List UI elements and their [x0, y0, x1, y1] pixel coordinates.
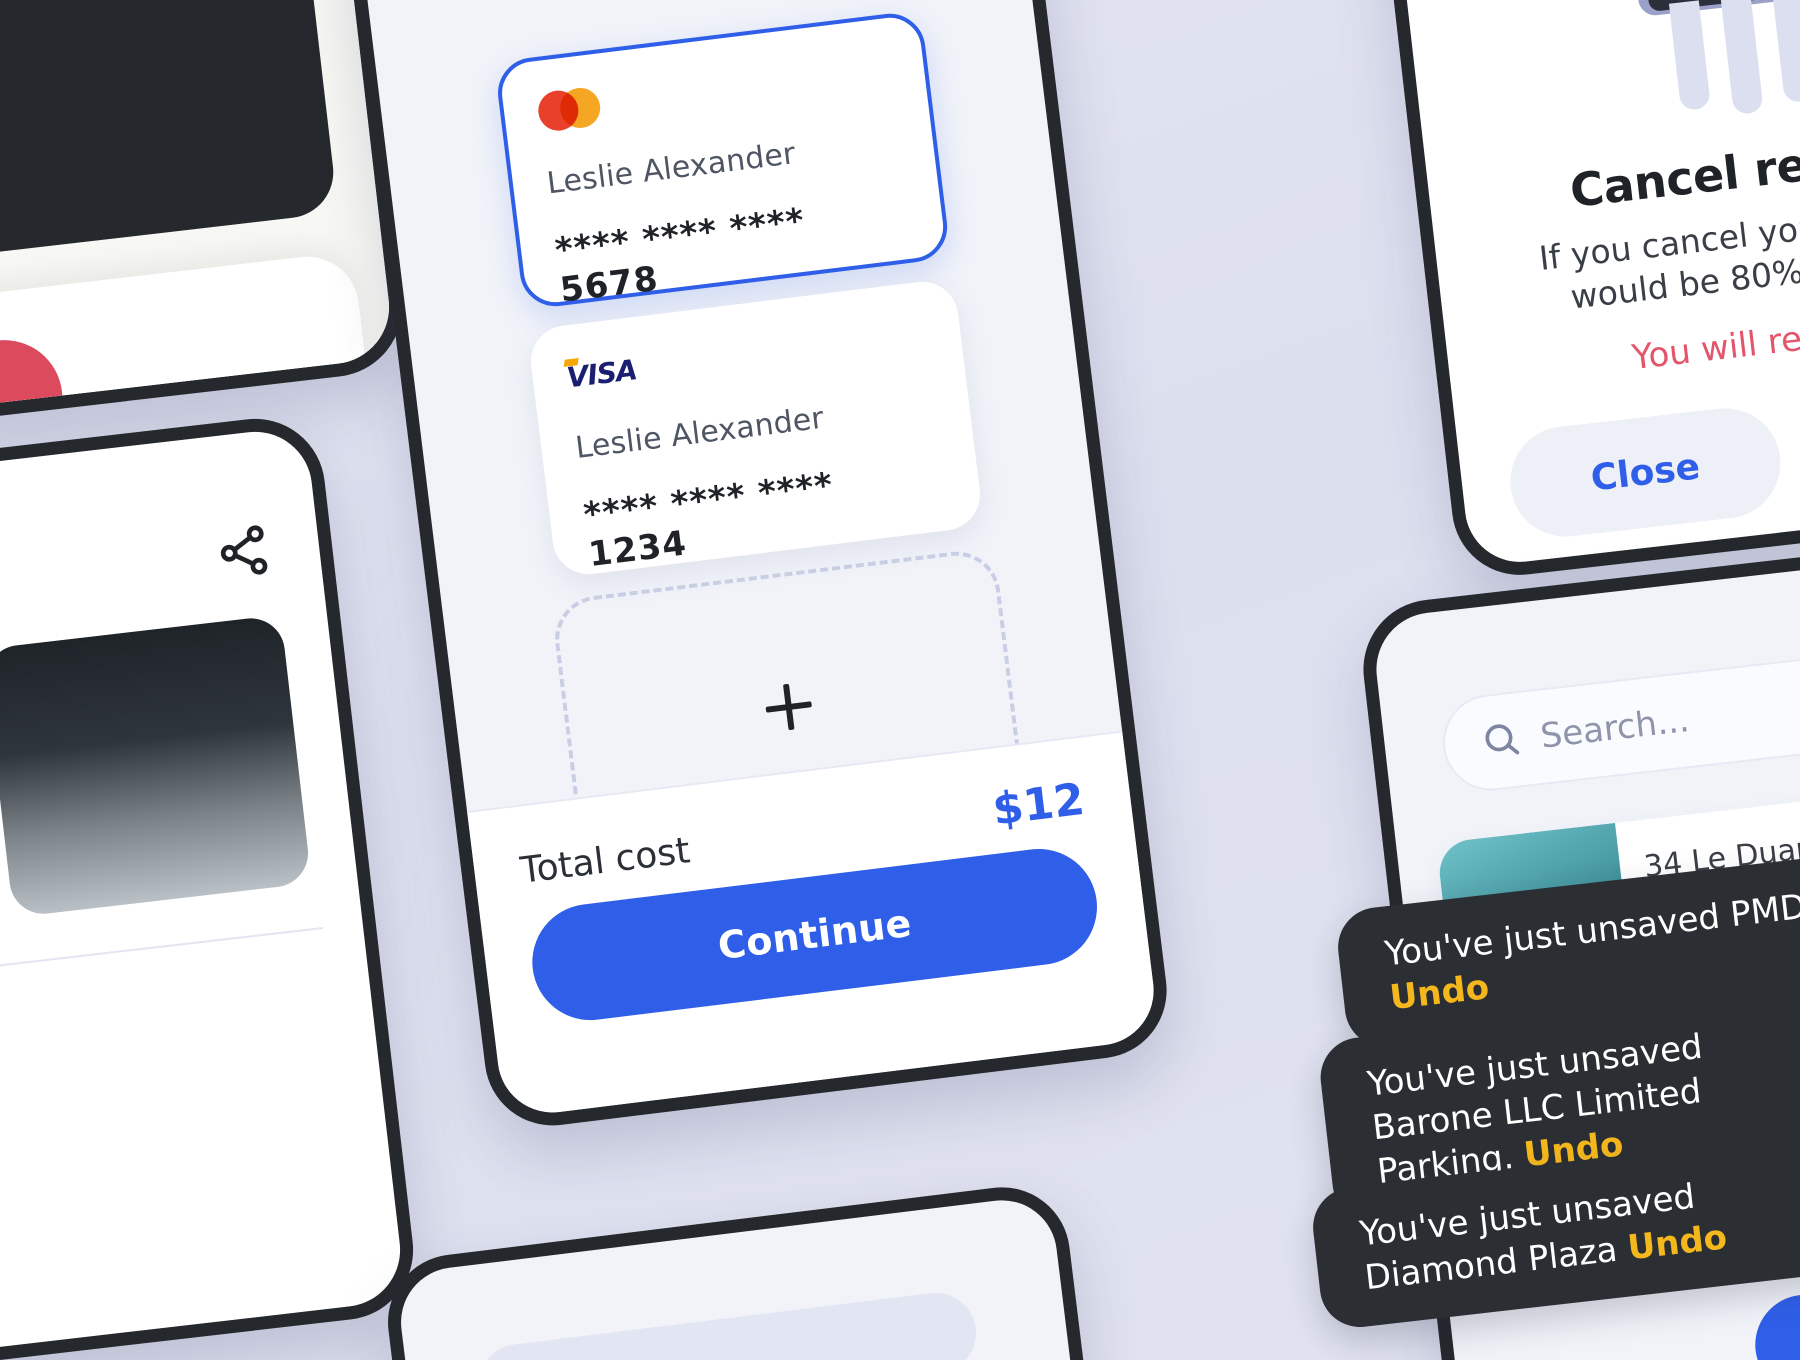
- divider: [0, 926, 324, 1002]
- reserve-button[interactable]: Reserve: [1749, 1272, 1800, 1360]
- placeholder-bar: [474, 1288, 981, 1360]
- visa-icon: VISA: [564, 352, 639, 394]
- total-cost-label: Total cost: [518, 830, 693, 892]
- undo-link[interactable]: Undo: [1626, 1217, 1729, 1268]
- card-brand: [536, 50, 892, 133]
- cancel-reservation-phone-screen: Cancel reserva If you cancel your reserv…: [1364, 0, 1800, 583]
- search-icon: [1479, 717, 1524, 765]
- payment-method-phone-screen: Leslie Alexander **** **** **** 5678 VIS…: [341, 0, 1175, 1134]
- payment-card-visa[interactable]: VISA Leslie Alexander **** **** **** 123…: [526, 277, 985, 579]
- parking-detail-phone-screen: d plaza from $8.00 , District 1,: [0, 411, 421, 1360]
- share-icon[interactable]: [212, 521, 275, 587]
- gallery-photo[interactable]: [0, 614, 312, 918]
- mastercard-icon: [536, 85, 603, 133]
- dialog-actions: Close: [1504, 368, 1800, 543]
- street-name-label: Duẩn St.: [0, 18, 276, 157]
- exit-button[interactable]: Exit: [0, 333, 69, 450]
- search-input[interactable]: Search...: [1437, 636, 1800, 796]
- payment-card-mastercard[interactable]: Leslie Alexander **** **** **** 5678: [493, 9, 952, 311]
- card-holder-name: Leslie Alexander: [545, 136, 798, 202]
- card-holder-name: Leslie Alexander: [573, 400, 826, 466]
- search-placeholder: Search...: [1538, 700, 1692, 757]
- paper-shredder-icon: [1624, 0, 1800, 124]
- total-cost-value: $12: [989, 773, 1088, 836]
- navigation-phone-screen: m left Duẩn St. Exit: [0, 0, 410, 450]
- close-button[interactable]: Close: [1504, 402, 1787, 543]
- card-brand: VISA: [565, 314, 929, 398]
- photo-gallery[interactable]: [0, 614, 312, 955]
- mockup-canvas: m left Duẩn St. Exit d plaza: [0, 0, 1800, 1360]
- plus-icon: [763, 681, 814, 732]
- partial-phone-screen-bottom: [380, 1179, 1106, 1360]
- card-number: **** **** **** 1234: [581, 465, 836, 576]
- undo-link[interactable]: Undo: [1388, 967, 1491, 1018]
